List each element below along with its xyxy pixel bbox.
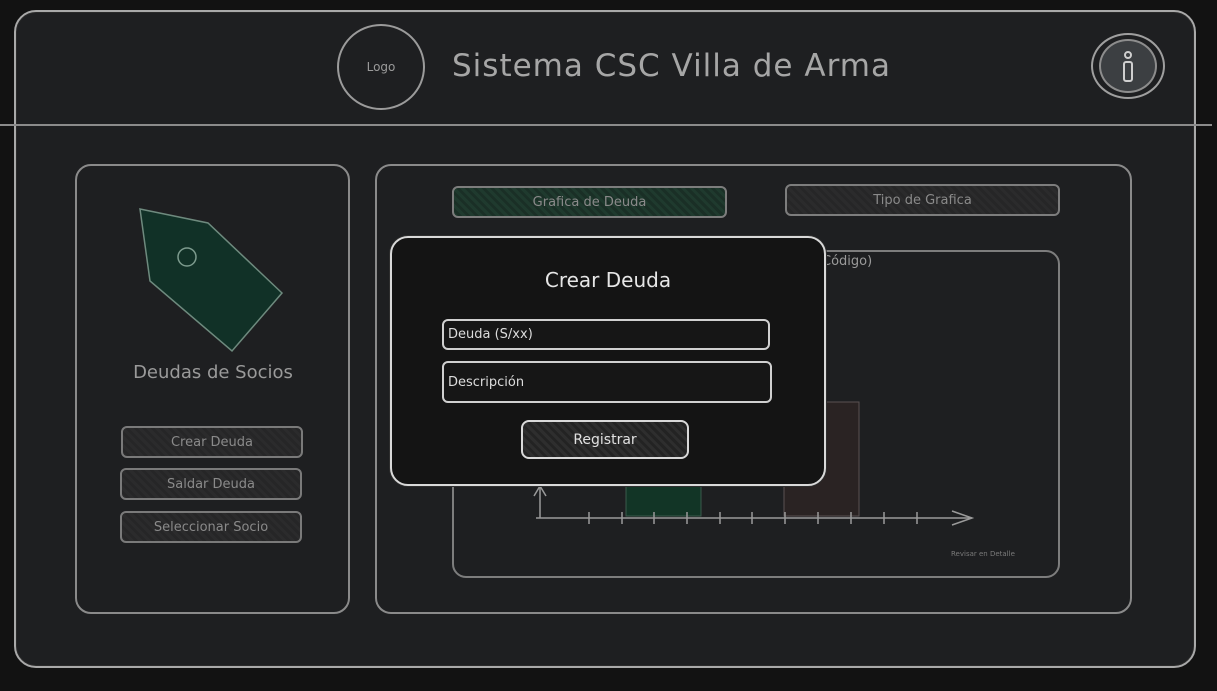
detail-link[interactable]: Revisar en Detalle [951,550,1015,558]
description-input[interactable] [442,361,772,403]
debt-amount-input[interactable] [442,319,770,350]
page-title: Sistema CSC Villa de Arma [452,48,891,84]
modal-title: Crear Deuda [544,268,672,292]
create-debt-button[interactable]: Crear Deuda [121,426,303,458]
tab-debt-chart-label: Grafica de Deuda [532,194,647,210]
settle-debt-label: Saldar Deuda [167,476,255,492]
select-member-button[interactable]: Seleccionar Socio [120,511,302,543]
register-label: Registrar [573,431,637,448]
logo: Logo [337,24,425,110]
tab-chart-type[interactable]: Tipo de Grafica [785,184,1060,216]
tab-debt-chart[interactable]: Grafica de Deuda [452,186,727,218]
create-debt-label: Crear Deuda [170,434,254,450]
price-tag-icon [139,208,284,353]
section-title: Deudas de Socios [133,362,293,383]
logo-text: Logo [366,60,396,74]
tab-chart-type-label: Tipo de Grafica [873,192,972,208]
settle-debt-button[interactable]: Saldar Deuda [120,468,302,500]
chart-axes [533,484,975,526]
header-divider [0,124,1212,126]
info-button[interactable] [1091,33,1165,99]
register-button[interactable]: Registrar [521,420,689,459]
select-member-label: Seleccionar Socio [153,519,269,535]
info-icon [1099,39,1157,93]
